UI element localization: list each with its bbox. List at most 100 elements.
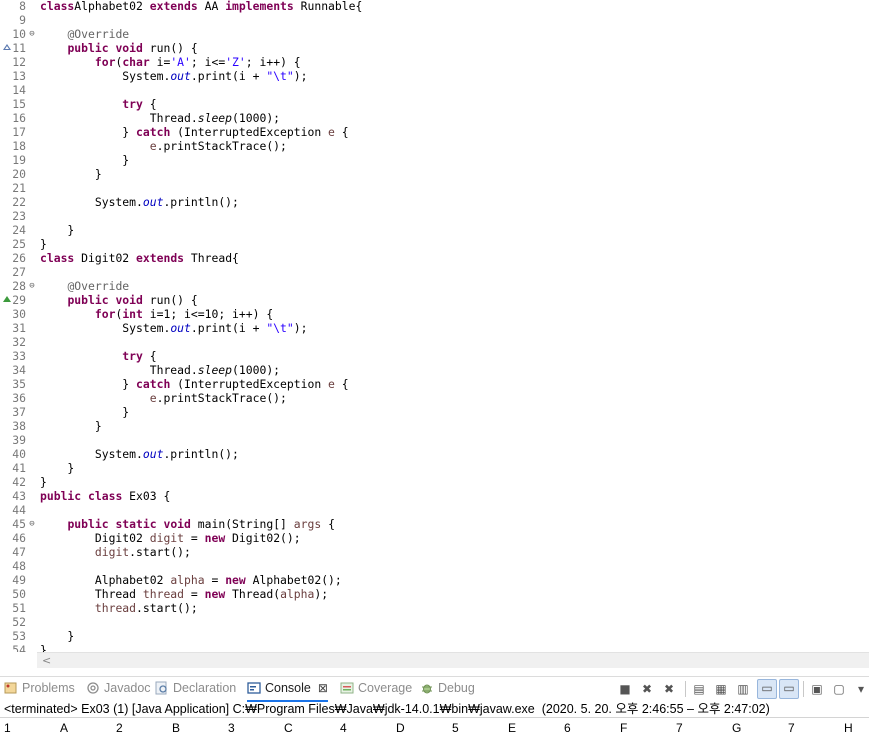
code-line[interactable]: 52: [0, 615, 869, 629]
code-line[interactable]: 45 ⊖ public static void main(String[] arg…: [0, 517, 869, 531]
code-text: }: [40, 643, 47, 652]
code-line[interactable]: 49 Alphabet02 alpha = new Alphabet02();: [0, 573, 869, 587]
code-line[interactable]: 50 Thread thread = new Thread(alpha);: [0, 587, 869, 601]
code-line[interactable]: 36 e.printStackTrace();: [0, 391, 869, 405]
code-line[interactable]: 23: [0, 209, 869, 223]
code-line[interactable]: 51 thread.start();: [0, 601, 869, 615]
code-token: .printStackTrace();: [156, 391, 287, 405]
show-on-stdout-icon[interactable]: ▭: [757, 679, 777, 699]
code-text: }: [40, 629, 74, 643]
code-token: digit: [94, 545, 130, 559]
dropdown-chevron-icon[interactable]: ▾: [853, 681, 869, 697]
code-token: }: [40, 153, 130, 167]
line-number: 53: [12, 629, 26, 643]
code-line[interactable]: 34 Thread.sleep(1000);: [0, 363, 869, 377]
tab-javadoc[interactable]: Javadoc: [86, 677, 151, 700]
code-text: @Override: [40, 27, 129, 41]
code-token: Digit02: [40, 531, 150, 545]
code-line[interactable]: 28 ⊖ @Override: [0, 279, 869, 293]
line-number: 14: [12, 83, 26, 97]
code-line[interactable]: 17 } catch (InterruptedException e {: [0, 125, 869, 139]
code-line[interactable]: 54}: [0, 643, 869, 652]
code-line[interactable]: 8 classAlphabet02 extends AA implements R…: [0, 0, 869, 13]
code-line[interactable]: 33 try {: [0, 349, 869, 363]
tab-debug[interactable]: Debug: [420, 677, 475, 700]
code-token: }: [40, 461, 75, 475]
code-line[interactable]: 37 }: [0, 405, 869, 419]
show-on-stderr-icon[interactable]: ▭: [779, 679, 799, 699]
code-token: System.: [40, 69, 171, 83]
display-console-icon[interactable]: ▢: [831, 681, 847, 697]
code-token: System.: [40, 195, 143, 209]
code-line[interactable]: 29 public void run() {: [0, 293, 869, 307]
code-line[interactable]: 14: [0, 83, 869, 97]
code-line[interactable]: 9: [0, 13, 869, 27]
code-line[interactable]: 48: [0, 559, 869, 573]
code-line[interactable]: 30 for(int i=1; i<=10; i++) {: [0, 307, 869, 321]
code-line[interactable]: 35 } catch (InterruptedException e {: [0, 377, 869, 391]
code-line[interactable]: 31 System.out.print(i + "\t");: [0, 321, 869, 335]
code-token: e: [149, 139, 157, 153]
console-output[interactable]: 1A2B3C4D5E6F7G7H8: [0, 717, 869, 744]
code-token: Alphabet02();: [245, 573, 342, 587]
code-token: out: [170, 321, 191, 335]
tab-declaration[interactable]: Declaration: [155, 677, 236, 700]
code-text: }: [40, 223, 74, 237]
scroll-lock-icon[interactable]: ▦: [713, 681, 729, 697]
code-line[interactable]: 22 System.out.println();: [0, 195, 869, 209]
clear-console-icon[interactable]: ▤: [691, 681, 707, 697]
code-line[interactable]: 47 digit.start();: [0, 545, 869, 559]
fold-collapse-icon[interactable]: ⊖: [27, 27, 37, 41]
code-line[interactable]: 38 }: [0, 419, 869, 433]
tab-console[interactable]: Console ⊠: [247, 677, 328, 702]
code-line[interactable]: 11 public void run() {: [0, 41, 869, 55]
code-line[interactable]: 10 ⊖ @Override: [0, 27, 869, 41]
code-token: new: [225, 573, 246, 587]
code-line[interactable]: 40 System.out.println();: [0, 447, 869, 461]
code-text: System.out.print(i + "\t");: [40, 321, 307, 335]
fold-collapse-icon[interactable]: ⊖: [27, 517, 37, 531]
code-line[interactable]: 25}: [0, 237, 869, 251]
code-line[interactable]: 15 try {: [0, 97, 869, 111]
code-line[interactable]: 26 class Digit02 extends Thread{: [0, 251, 869, 265]
terminate-icon[interactable]: ■: [617, 681, 633, 697]
code-line[interactable]: 41 }: [0, 461, 869, 475]
scroll-left-arrow-icon[interactable]: <: [42, 653, 51, 668]
code-token: e: [149, 391, 157, 405]
code-line[interactable]: 53 }: [0, 629, 869, 643]
code-line[interactable]: 16 Thread.sleep(1000);: [0, 111, 869, 125]
code-token: .printStackTrace();: [156, 139, 287, 153]
remove-launch-icon[interactable]: ✖: [639, 681, 655, 697]
code-line[interactable]: 44: [0, 503, 869, 517]
code-line[interactable]: 13 System.out.print(i + "\t");: [0, 69, 869, 83]
tab-coverage[interactable]: Coverage: [340, 677, 412, 700]
implements-marker-icon[interactable]: [3, 44, 11, 50]
code-line[interactable]: 24 }: [0, 223, 869, 237]
code-token: Alphabet02: [74, 0, 150, 13]
console-output-value: 3: [228, 721, 235, 735]
fold-collapse-icon[interactable]: ⊖: [27, 279, 37, 293]
code-token: );: [293, 69, 308, 83]
code-line[interactable]: 21: [0, 181, 869, 195]
code-editor[interactable]: 8 classAlphabet02 extends AA implements R…: [0, 0, 869, 652]
tab-problems[interactable]: Problems: [4, 677, 75, 700]
code-line[interactable]: 27: [0, 265, 869, 279]
code-token: .println();: [163, 195, 239, 209]
code-line[interactable]: 18 e.printStackTrace();: [0, 139, 869, 153]
code-line[interactable]: 32: [0, 335, 869, 349]
pin-console-icon[interactable]: ▣: [809, 681, 825, 697]
word-wrap-icon[interactable]: ▥: [735, 681, 751, 697]
code-line[interactable]: 20 }: [0, 167, 869, 181]
code-line[interactable]: 12 for(char i='A'; i<='Z'; i++) {: [0, 55, 869, 69]
horizontal-scrollbar[interactable]: <: [37, 652, 869, 668]
code-line[interactable]: 46 Digit02 digit = new Digit02();: [0, 531, 869, 545]
remove-all-terminated-icon[interactable]: ✖: [661, 681, 677, 697]
line-number: 51: [12, 601, 26, 615]
code-line[interactable]: 43 public class Ex03 {: [0, 489, 869, 503]
code-line[interactable]: 42}: [0, 475, 869, 489]
code-line[interactable]: 39: [0, 433, 869, 447]
code-line[interactable]: 19 }: [0, 153, 869, 167]
close-tab-icon[interactable]: ⊠: [318, 681, 328, 695]
overrides-marker-icon[interactable]: [3, 296, 11, 302]
